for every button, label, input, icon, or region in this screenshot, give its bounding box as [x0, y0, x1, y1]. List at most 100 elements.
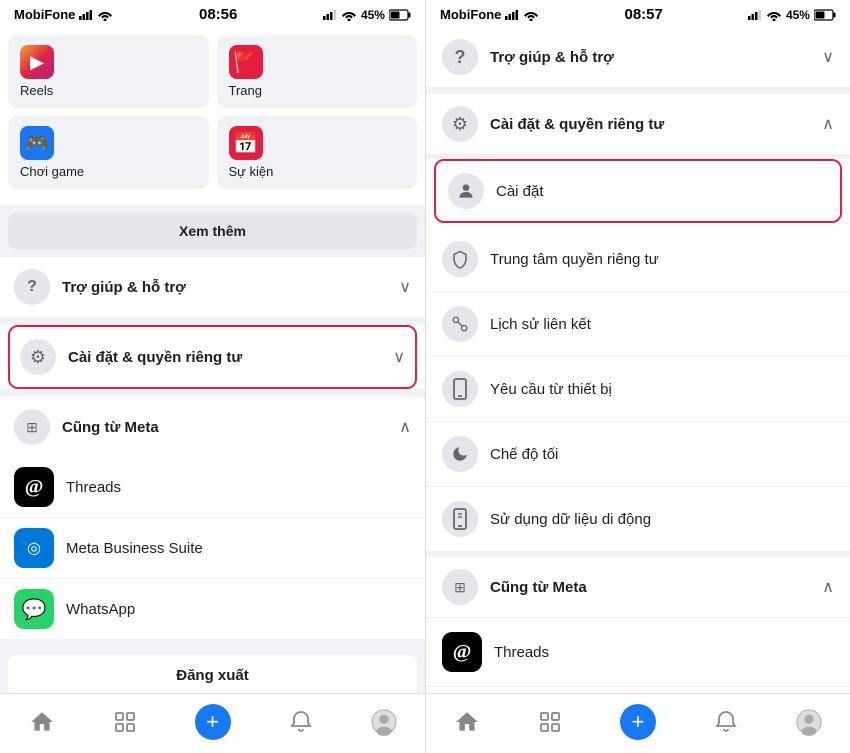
nav-home-right[interactable]	[442, 705, 492, 739]
app-threads-left[interactable]: @ Threads	[0, 457, 425, 518]
app-whatsapp-left[interactable]: 💬 WhatsApp	[0, 579, 425, 639]
right-help-header[interactable]: ? Trợ giúp & hỗ trợ ∨	[426, 27, 850, 88]
right-status-bar: MobiFone 08:57 45%	[426, 0, 850, 27]
threads-right-label: Threads	[494, 644, 834, 661]
battery-icon-left	[389, 9, 411, 21]
right-help-icon: ?	[442, 39, 478, 75]
signal-icon-left	[79, 10, 93, 20]
help-label-left: Trợ giúp & hỗ trợ	[62, 279, 399, 296]
meta-chevron-left: ∧	[399, 417, 411, 437]
avatar-icon-right	[796, 709, 822, 735]
darkmode-row[interactable]: Chế độ tối	[426, 422, 850, 487]
right-status-right: 45%	[748, 8, 836, 22]
threads-app-label-left: Threads	[66, 479, 121, 496]
sukien-icon: 📅	[229, 126, 263, 160]
reels-icon: ▶	[20, 45, 54, 79]
right-meta-chevron: ∧	[822, 577, 834, 597]
right-settings-items: Cài đặt Trung tâm quyền riêng tư Lịch sử…	[426, 159, 850, 551]
whatsapp-app-label-left: WhatsApp	[66, 601, 135, 618]
data-icon	[442, 501, 478, 537]
data-row[interactable]: Sử dụng dữ liệu di động	[426, 487, 850, 551]
nav-add-left[interactable]: +	[183, 700, 243, 744]
battery-right: 45%	[786, 8, 810, 22]
nav-home-left[interactable]	[17, 705, 67, 739]
wifi-icon-left	[97, 9, 113, 21]
avatar-icon-left	[371, 709, 397, 735]
bell-icon-left	[288, 709, 314, 735]
grid-item-sukien[interactable]: 📅 Sự kiện	[217, 116, 418, 189]
device-label: Yêu cầu từ thiết bị	[490, 381, 834, 398]
left-panel: MobiFone 08:56 45% ▶ Reels 🚩	[0, 0, 425, 753]
history-row[interactable]: Lịch sử liên kết	[426, 292, 850, 357]
signal-icon-right	[505, 10, 519, 20]
privacy-icon	[442, 241, 478, 277]
sukien-label: Sự kiện	[229, 164, 274, 179]
nav-avatar-right[interactable]	[784, 705, 834, 739]
privacy-row[interactable]: Trung tâm quyền riêng tư	[426, 227, 850, 292]
grid-icon-right	[537, 709, 563, 735]
right-bottom-nav: +	[426, 693, 850, 753]
right-settings-header-section: ⚙ Cài đặt & quyền riêng tư ∧	[426, 94, 850, 155]
trang-icon: 🚩	[229, 45, 263, 79]
data-label: Sử dụng dữ liệu di động	[490, 511, 834, 528]
right-meta-header[interactable]: ⊞ Cũng từ Meta ∧	[426, 557, 850, 618]
grid-item-trang[interactable]: 🚩 Trang	[217, 35, 418, 108]
nav-grid-left[interactable]	[100, 705, 150, 739]
right-help-label: Trợ giúp & hỗ trợ	[490, 49, 822, 66]
signal-icon-right2	[748, 10, 762, 20]
right-help-chevron: ∨	[822, 47, 834, 67]
privacy-label: Trung tâm quyền riêng tư	[490, 251, 834, 268]
home-icon-left	[29, 709, 55, 735]
wifi-icon-right	[523, 9, 539, 21]
wifi2-right	[766, 9, 782, 21]
threads-right-icon: @	[442, 632, 482, 672]
nav-avatar-left[interactable]	[359, 705, 409, 739]
settings-header-left[interactable]: ⚙ Cài đặt & quyền riêng tư ∨	[10, 327, 415, 387]
grid-row-1: ▶ Reels 🚩 Trang	[8, 35, 417, 108]
wifi2-left	[341, 9, 357, 21]
grid-row-2: 🎮 Chơi game 📅 Sự kiện	[8, 116, 417, 189]
trang-label: Trang	[229, 83, 262, 98]
help-chevron-left: ∨	[399, 277, 411, 297]
add-icon-right: +	[620, 704, 656, 740]
nav-bell-left[interactable]	[276, 705, 326, 739]
signal-icon-left2	[323, 10, 337, 20]
settings-section-left: ⚙ Cài đặt & quyền riêng tư ∨	[0, 325, 425, 389]
threads-right-row[interactable]: @ Threads	[426, 618, 850, 687]
device-row[interactable]: Yêu cầu từ thiết bị	[426, 357, 850, 422]
right-panel: MobiFone 08:57 45% ? Trợ giúp & hỗ trợ ∨…	[425, 0, 850, 753]
battery-left: 45%	[361, 8, 385, 22]
logout-button[interactable]: Đăng xuất	[8, 655, 417, 693]
nav-grid-right[interactable]	[525, 705, 575, 739]
threads-app-icon-left: @	[14, 467, 54, 507]
caidat-label: Cài đặt	[496, 183, 828, 200]
meta-header-left[interactable]: ⊞ Cũng từ Meta ∧	[0, 397, 425, 457]
darkmode-icon	[442, 436, 478, 472]
time-left: 08:56	[199, 6, 237, 23]
left-bottom-nav: +	[0, 693, 425, 753]
settings-label-left: Cài đặt & quyền riêng tư	[68, 349, 393, 366]
help-header-left[interactable]: ? Trợ giúp & hỗ trợ ∨	[0, 257, 425, 317]
status-left: MobiFone	[14, 7, 113, 22]
help-icon-left: ?	[14, 269, 50, 305]
grid-item-choigame[interactable]: 🎮 Chơi game	[8, 116, 209, 189]
see-more-button[interactable]: Xem thêm	[8, 213, 417, 249]
add-icon-left: +	[195, 704, 231, 740]
choigame-label: Chơi game	[20, 164, 84, 179]
right-settings-icon: ⚙	[442, 106, 478, 142]
right-meta-label: Cũng từ Meta	[490, 579, 822, 596]
caidat-row[interactable]: Cài đặt	[436, 161, 840, 221]
help-section-left: ? Trợ giúp & hỗ trợ ∨	[0, 257, 425, 317]
nav-add-right[interactable]: +	[608, 700, 668, 744]
app-metabusiness-left[interactable]: ◎ Meta Business Suite	[0, 518, 425, 579]
battery-icon-right	[814, 9, 836, 21]
grid-item-reels[interactable]: ▶ Reels	[8, 35, 209, 108]
left-content: ▶ Reels 🚩 Trang 🎮 Chơi game 📅 Sự	[0, 27, 425, 693]
metabusiness-app-label-left: Meta Business Suite	[66, 540, 203, 557]
nav-bell-right[interactable]	[701, 705, 751, 739]
carrier-right: MobiFone	[440, 7, 501, 22]
right-meta-icon: ⊞	[442, 569, 478, 605]
status-right-left: 45%	[323, 8, 411, 22]
history-label: Lịch sử liên kết	[490, 316, 834, 333]
right-settings-header[interactable]: ⚙ Cài đặt & quyền riêng tư ∧	[426, 94, 850, 155]
